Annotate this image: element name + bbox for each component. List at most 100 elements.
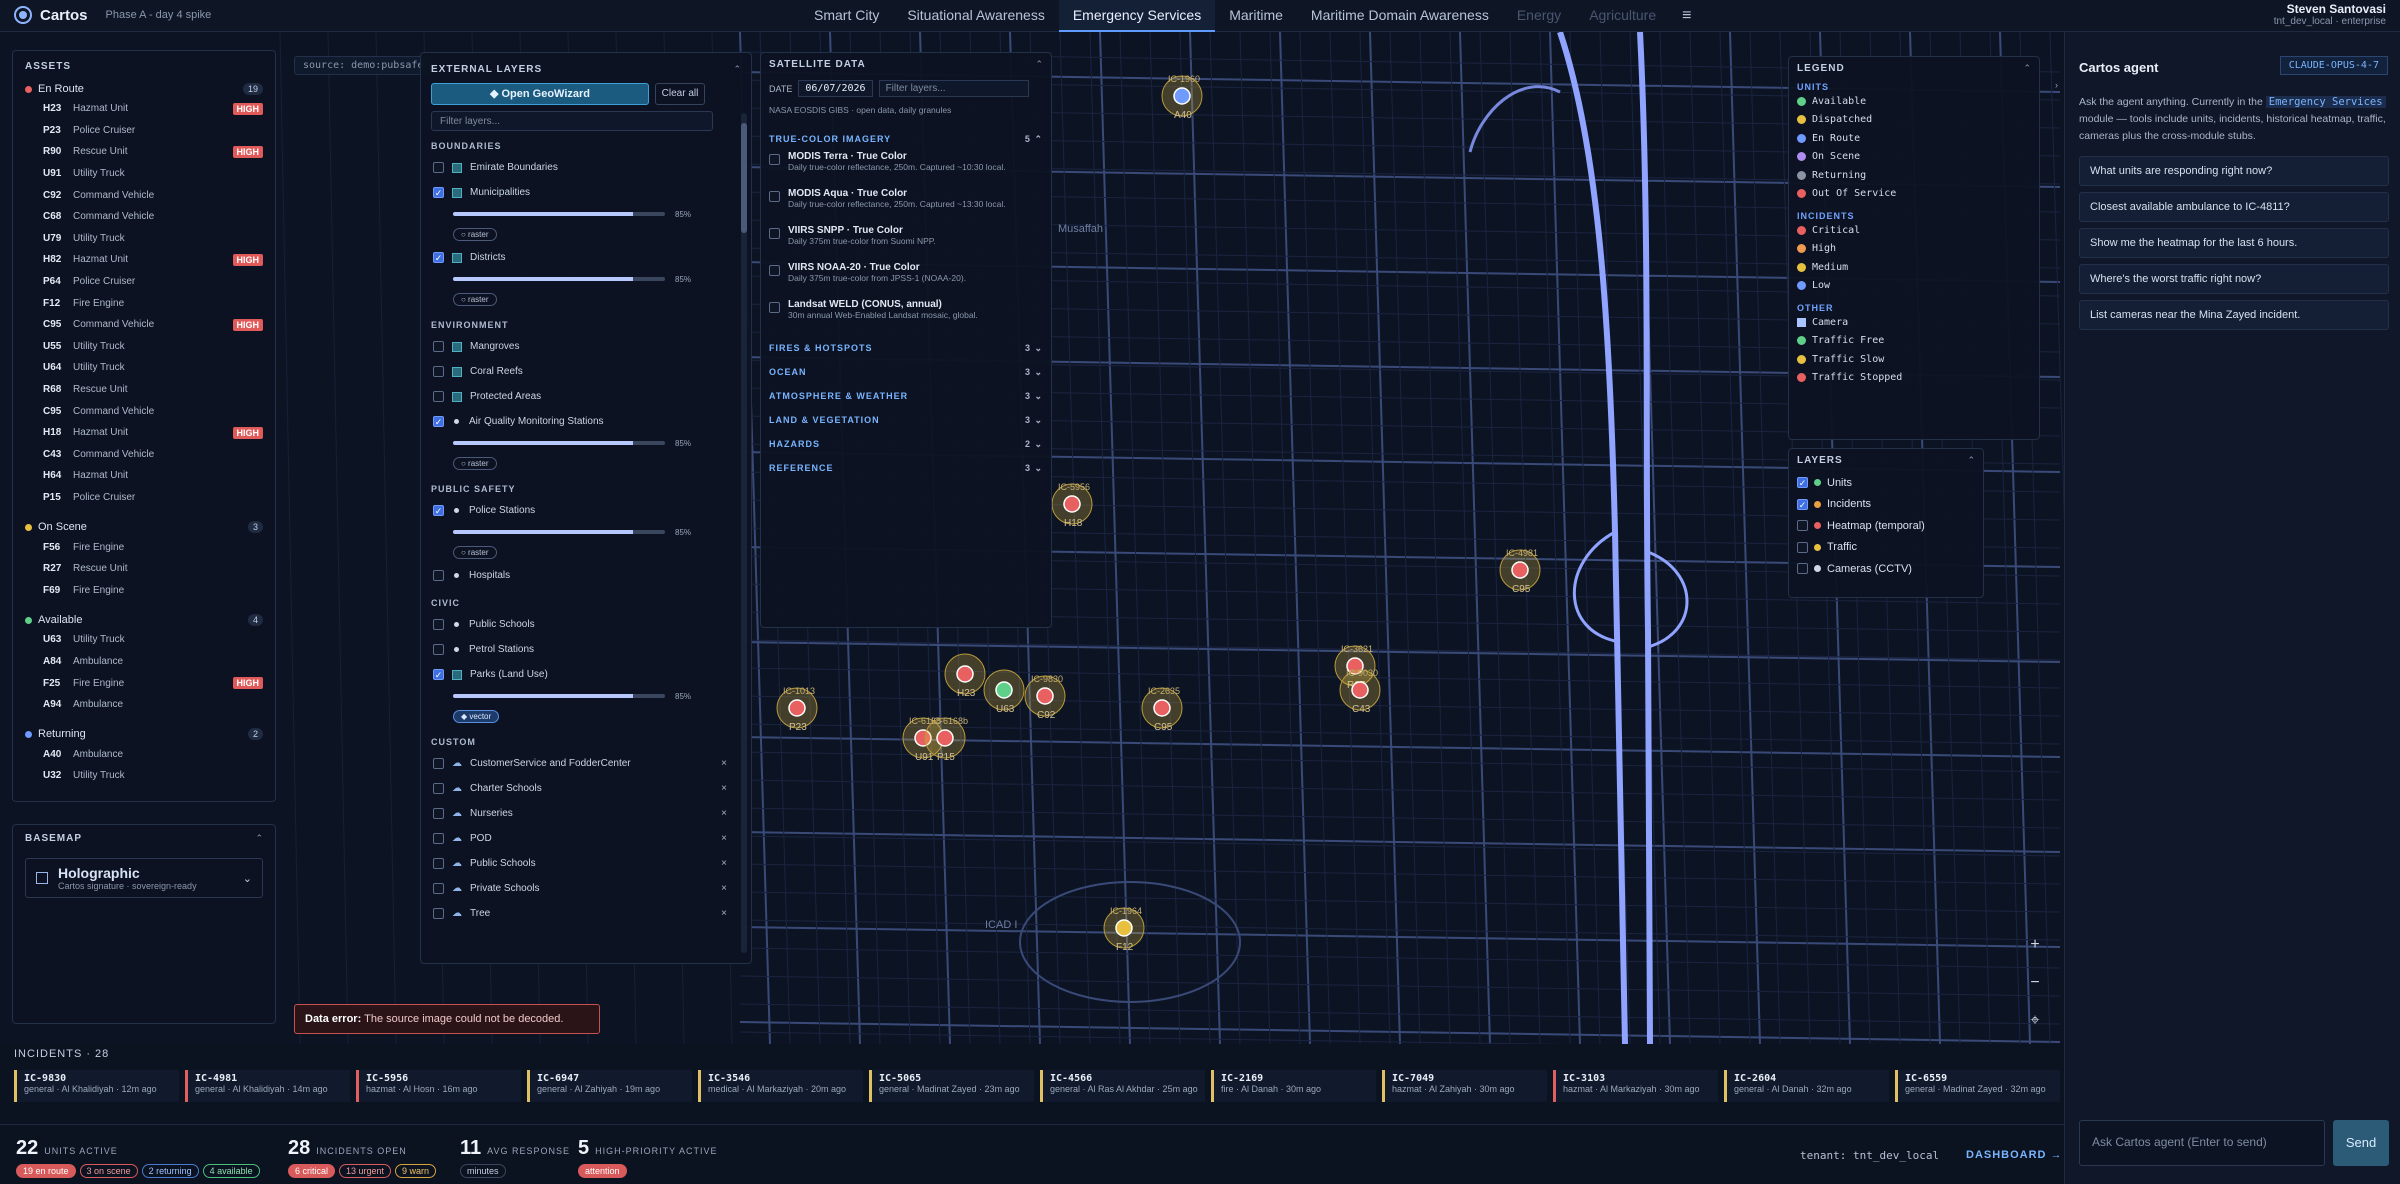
incident-card[interactable]: IC-4981 general · Al Khalidiyah · 14m ago (185, 1070, 350, 1102)
satellite-category[interactable]: FIRES & HOTSPOTS 3 ⌄ (769, 336, 1043, 360)
chip-urgent[interactable]: 13 urgent (339, 1164, 392, 1178)
remove-layer-icon[interactable]: × (721, 908, 727, 919)
asset-row[interactable]: H64 Hazmat Unit (25, 465, 263, 487)
layer-checkbox[interactable] (433, 669, 444, 680)
unit-marker[interactable] (956, 665, 974, 683)
asset-row[interactable]: U91 Utility Truck (25, 163, 263, 185)
tab-emergency-services[interactable]: Emergency Services (1058, 0, 1216, 32)
expand-chevron-icon[interactable]: › (2055, 80, 2058, 90)
layer-row[interactable]: Protected Areas (431, 384, 741, 409)
opacity-slider[interactable]: 85% (453, 687, 741, 705)
layer-checkbox[interactable] (433, 619, 444, 630)
layer-checkbox[interactable] (433, 758, 444, 769)
locate-icon[interactable]: ⌖ (2022, 1006, 2048, 1044)
layer-row[interactable]: Municipalities (431, 180, 741, 205)
incident-card[interactable]: IC-6947 general · Al Zahiyah · 19m ago (527, 1070, 692, 1102)
map-layer-checkbox[interactable] (1797, 563, 1808, 575)
chip-on-scene[interactable]: 3 on scene (79, 1164, 138, 1178)
tab-maritime[interactable]: Maritime (1215, 0, 1297, 32)
incident-card[interactable]: IC-4566 general · Al Ras Al Akhdar · 25m … (1040, 1070, 1205, 1102)
remove-layer-icon[interactable]: × (721, 833, 727, 844)
satellite-layer-row[interactable]: MODIS Aqua · True Color Daily true-color … (769, 188, 1043, 225)
clear-all-button[interactable]: Clear all (655, 83, 705, 105)
render-mode-pill[interactable]: ○ raster (453, 292, 497, 306)
satellite-category[interactable]: HAZARDS 2 ⌄ (769, 432, 1043, 456)
agent-input[interactable]: Ask Cartos agent (Enter to send) (2079, 1120, 2325, 1166)
remove-layer-icon[interactable]: × (721, 783, 727, 794)
collapse-icon[interactable]: ⌃ (1967, 455, 1975, 466)
asset-row[interactable]: U32 Utility Truck (25, 765, 263, 787)
satellite-layer-row[interactable]: VIIRS SNPP · True Color Daily 375m true-c… (769, 225, 1043, 262)
map-layer-row[interactable]: Incidents (1797, 494, 1975, 516)
layer-row[interactable]: Petrol Stations (431, 637, 741, 662)
asset-row[interactable]: C68 Command Vehicle (25, 206, 263, 228)
suggestion-button[interactable]: Where's the worst traffic right now? (2079, 264, 2389, 294)
opacity-slider[interactable]: 85% (453, 205, 741, 223)
layer-checkbox[interactable] (433, 808, 444, 819)
satellite-layer-row[interactable]: VIIRS NOAA-20 · True Color Daily 375m tru… (769, 262, 1043, 299)
layer-row[interactable]: Air Quality Monitoring Stations (431, 409, 741, 434)
suggestion-button[interactable]: Closest available ambulance to IC-4811? (2079, 192, 2389, 222)
layer-checkbox[interactable] (433, 783, 444, 794)
layer-checkbox[interactable] (433, 833, 444, 844)
layer-row[interactable]: Mangroves (431, 334, 741, 359)
unit-marker[interactable] (788, 699, 806, 717)
remove-layer-icon[interactable]: × (721, 858, 727, 869)
map-layer-checkbox[interactable] (1797, 498, 1808, 510)
unit-marker[interactable] (1036, 687, 1054, 705)
layer-checkbox[interactable] (433, 570, 444, 581)
satellite-layer-row[interactable]: MODIS Terra · True Color Daily true-color… (769, 151, 1043, 188)
tab-situational-awareness[interactable]: Situational Awareness (893, 0, 1059, 32)
layer-row[interactable]: ☁ Nurseries × (431, 801, 741, 826)
unit-marker[interactable] (1511, 561, 1529, 579)
asset-row[interactable]: H18 Hazmat Unit HIGH (25, 422, 263, 444)
layer-checkbox[interactable] (433, 341, 444, 352)
asset-row[interactable]: C43 Command Vehicle (25, 444, 263, 466)
asset-row[interactable]: F25 Fire Engine HIGH (25, 672, 263, 694)
incident-card[interactable]: IC-9830 general · Al Khalidiyah · 12m ago (14, 1070, 179, 1102)
tab-agriculture[interactable]: Agriculture (1575, 0, 1670, 32)
layer-row[interactable]: ☁ CustomerService and FodderCenter × (431, 751, 741, 776)
tab-maritime-domain-awareness[interactable]: Maritime Domain Awareness (1297, 0, 1503, 32)
map-layer-checkbox[interactable] (1797, 520, 1808, 532)
slider-track[interactable] (453, 530, 665, 534)
asset-row[interactable]: U63 Utility Truck (25, 629, 263, 651)
layer-row[interactable]: ☁ POD × (431, 826, 741, 851)
collapse-icon[interactable]: ⌃ (255, 833, 263, 844)
layer-checkbox[interactable] (433, 162, 444, 173)
satellite-checkbox[interactable] (769, 228, 780, 239)
satellite-category[interactable]: ATMOSPHERE & WEATHER 3 ⌄ (769, 384, 1043, 408)
incident-card[interactable]: IC-2604 general · Al Danah · 32m ago (1724, 1070, 1889, 1102)
asset-row[interactable]: A40 Ambulance (25, 743, 263, 765)
layer-checkbox[interactable] (433, 505, 444, 516)
unit-marker[interactable] (1063, 495, 1081, 513)
hamburger-icon[interactable]: ≡ (1670, 1, 1703, 31)
render-mode-pill[interactable]: ○ raster (453, 545, 497, 559)
slider-track[interactable] (453, 694, 665, 698)
layer-row[interactable]: ☁ Charter Schools × (431, 776, 741, 801)
asset-row[interactable]: U79 Utility Truck (25, 228, 263, 250)
satellite-category[interactable]: REFERENCE 3 ⌄ (769, 456, 1043, 480)
render-mode-pill[interactable]: ○ raster (453, 456, 497, 470)
slider-track[interactable] (453, 212, 665, 216)
asset-row[interactable]: A94 Ambulance (25, 694, 263, 716)
render-mode-pill[interactable]: ◆ vector (453, 709, 500, 723)
basemap-selector[interactable]: Holographic Cartos signature · sovereign… (25, 858, 263, 898)
tab-energy[interactable]: Energy (1503, 0, 1575, 32)
incident-card[interactable]: IC-7049 hazmat · Al Zahiyah · 30m ago (1382, 1070, 1547, 1102)
asset-row[interactable]: P64 Police Cruiser (25, 271, 263, 293)
map-layer-row[interactable]: Cameras (CCTV) (1797, 558, 1975, 580)
send-button[interactable]: Send (2333, 1120, 2389, 1166)
satellite-checkbox[interactable] (769, 265, 780, 276)
asset-row[interactable]: C92 Command Vehicle (25, 184, 263, 206)
asset-row[interactable]: C95 Command Vehicle (25, 400, 263, 422)
asset-row[interactable]: P23 Police Cruiser (25, 120, 263, 142)
asset-row[interactable]: P15 Police Cruiser (25, 487, 263, 509)
layer-row[interactable]: Public Schools (431, 612, 741, 637)
layer-row[interactable]: Police Stations (431, 498, 741, 523)
render-mode-pill[interactable]: ○ raster (453, 227, 497, 241)
dashboard-link[interactable]: DASHBOARD → (1966, 1149, 2063, 1161)
layer-checkbox[interactable] (433, 187, 444, 198)
opacity-slider[interactable]: 85% (453, 270, 741, 288)
layers-filter-input[interactable]: Filter layers... (431, 111, 713, 131)
